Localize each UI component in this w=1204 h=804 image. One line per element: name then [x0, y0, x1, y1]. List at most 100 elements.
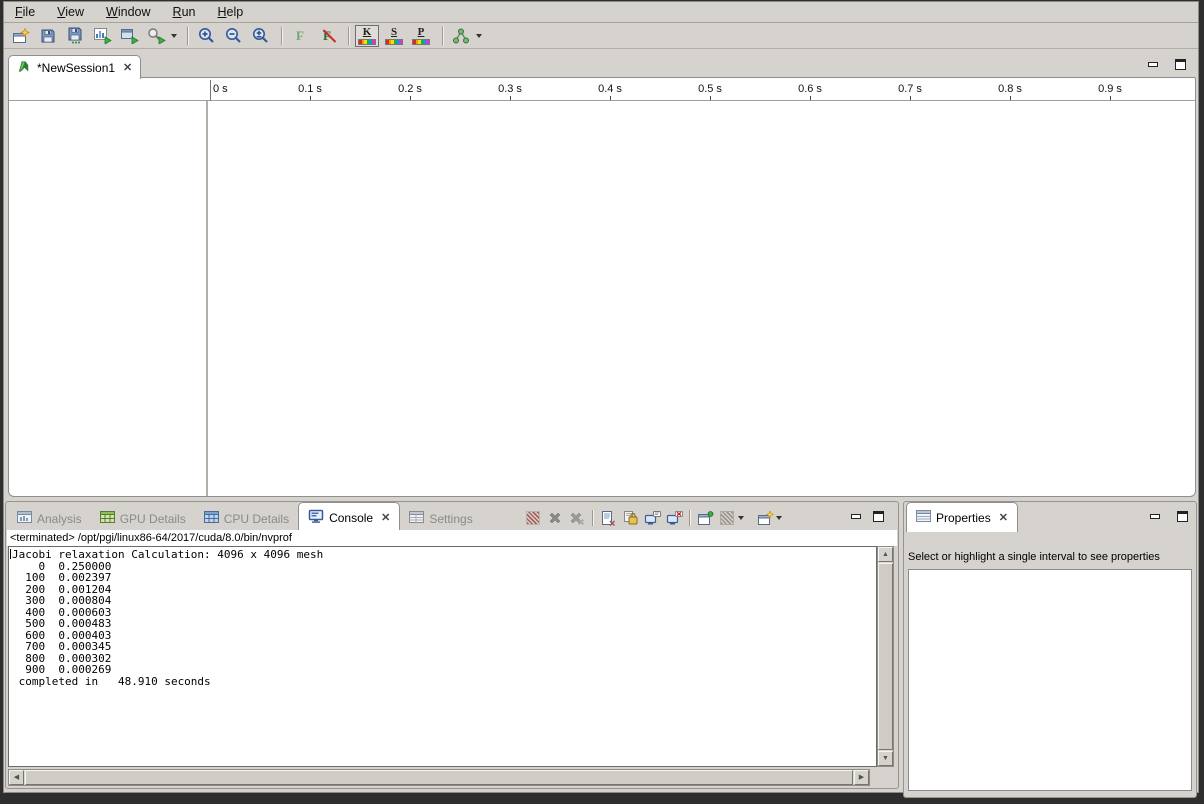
- editor-maximize-button[interactable]: [1171, 57, 1189, 72]
- zoom-out-icon[interactable]: [221, 25, 245, 47]
- profile-chart-run-icon[interactable]: [90, 25, 114, 47]
- console-line: 900 0.000269: [9, 664, 876, 676]
- ruler-tick-label: 0.5 s: [698, 83, 722, 95]
- console-line: 200 0.001204: [9, 584, 876, 596]
- minimize-icon: [1150, 514, 1160, 519]
- menu-file[interactable]: File: [4, 3, 46, 21]
- console-line: 500 0.000483: [9, 618, 876, 630]
- timeline-splitter[interactable]: [206, 101, 208, 496]
- terminate-icon[interactable]: [522, 508, 544, 528]
- open-console-icon[interactable]: [694, 508, 716, 528]
- close-icon[interactable]: ✕: [123, 61, 132, 74]
- console-vertical-scrollbar[interactable]: ▲ ▼: [877, 546, 894, 767]
- save-as-icon[interactable]: [63, 25, 87, 47]
- scroll-up-icon[interactable]: ▲: [878, 547, 893, 562]
- nvvp-window: FileViewWindowRunHelp: [0, 0, 1204, 804]
- tab-cpu-details[interactable]: CPU Details: [195, 506, 298, 532]
- ruler-tick-label: 0.1 s: [298, 83, 322, 95]
- clear-console-icon[interactable]: [597, 508, 619, 528]
- tab-properties[interactable]: Properties ✕: [906, 502, 1018, 532]
- new-console-dropdown-icon[interactable]: [776, 516, 782, 520]
- console-icon: [308, 509, 324, 526]
- search-run-dropdown-icon[interactable]: [171, 34, 177, 38]
- ruler-tick-label: 0.8 s: [998, 83, 1022, 95]
- display-console-dropdown-icon[interactable]: [738, 516, 744, 520]
- ruler-tick-label: 0.4 s: [598, 83, 622, 95]
- console-process-label: <terminated> /opt/pgi/linux86-64/2017/cu…: [10, 532, 292, 544]
- scroll-right-icon[interactable]: ▶: [854, 770, 869, 785]
- vertical-scroll-thumb[interactable]: [878, 563, 893, 750]
- maximize-icon: [1175, 59, 1186, 70]
- ruler-tick-label: 0.6 s: [798, 83, 822, 95]
- toolbar-separator: [187, 27, 188, 45]
- display-selected-console-icon[interactable]: [716, 508, 738, 528]
- scroll-down-icon[interactable]: ▼: [878, 751, 893, 766]
- kernel-k-color-icon[interactable]: K: [355, 25, 379, 47]
- toolbar-separator: [348, 27, 349, 45]
- stream-s-color-icon[interactable]: S: [382, 25, 406, 47]
- properties-minimize-button[interactable]: [1146, 509, 1164, 524]
- process-p-color-icon[interactable]: P: [409, 25, 433, 47]
- console-output[interactable]: Jacobi relaxation Calculation: 4096 x 40…: [8, 546, 877, 767]
- tab-settings[interactable]: Settings: [400, 506, 481, 532]
- console-line: 400 0.000603: [9, 607, 876, 619]
- text-caret: [10, 549, 11, 559]
- menu-view[interactable]: View: [46, 3, 95, 21]
- console-minimize-button[interactable]: [847, 509, 865, 524]
- tab-console[interactable]: Console ✕: [298, 502, 400, 532]
- menu-bar: FileViewWindowRunHelp: [4, 2, 1198, 23]
- toolbar-separator: [281, 27, 282, 45]
- minimize-icon: [1148, 62, 1158, 67]
- menu-window[interactable]: Window: [95, 3, 161, 21]
- remove-all-launches-icon[interactable]: [566, 508, 588, 528]
- console-maximize-button[interactable]: [869, 509, 887, 524]
- timeline-row-labels-pane[interactable]: [9, 101, 206, 495]
- timeline-canvas[interactable]: [209, 101, 1195, 495]
- flag-f-icon[interactable]: F: [288, 25, 312, 47]
- menu-run[interactable]: Run: [162, 3, 207, 21]
- flag-f-glyph: F: [296, 28, 304, 44]
- close-icon[interactable]: ✕: [999, 511, 1008, 524]
- console-horizontal-scrollbar[interactable]: ◀ ▶: [8, 769, 870, 786]
- save-icon[interactable]: [36, 25, 60, 47]
- main-toolbar: F F K S P: [4, 23, 1198, 49]
- gpu-details-icon: [100, 511, 115, 527]
- window-run-icon[interactable]: [117, 25, 141, 47]
- close-icon[interactable]: ✕: [381, 511, 390, 524]
- remove-console-icon[interactable]: [663, 508, 685, 528]
- toolbar-separator: [442, 27, 443, 45]
- flag-f-slash-glyph: F: [323, 28, 331, 44]
- ruler-tick-label: 0.2 s: [398, 83, 422, 95]
- search-run-icon[interactable]: [144, 25, 168, 47]
- view-tab-label: Console: [329, 512, 373, 524]
- session-tab[interactable]: *NewSession1 ✕: [8, 55, 141, 79]
- new-session-icon[interactable]: [9, 25, 33, 47]
- tree-dropdown-icon[interactable]: [476, 34, 482, 38]
- tree-hierarchy-icon[interactable]: [449, 25, 473, 47]
- ruler-tick-label: 0.3 s: [498, 83, 522, 95]
- zoom-in-icon[interactable]: [194, 25, 218, 47]
- menu-help[interactable]: Help: [206, 3, 254, 21]
- scroll-lock-icon[interactable]: [619, 508, 641, 528]
- properties-icon: [916, 510, 931, 525]
- console-line: 700 0.000345: [9, 641, 876, 653]
- view-tab-label: CPU Details: [224, 513, 289, 525]
- timeline-ruler[interactable]: 0 s0.1 s0.2 s0.3 s0.4 s0.5 s0.6 s0.7 s0.…: [207, 80, 1196, 101]
- console-toolbar-separator: [689, 510, 690, 526]
- bottom-tab-bar: Analysis GPU Details CPU Details Console ✕ Se…: [8, 503, 482, 532]
- zoom-fit-icon[interactable]: [248, 25, 272, 47]
- tab-analysis[interactable]: Analysis: [8, 506, 91, 532]
- remove-launch-icon[interactable]: [544, 508, 566, 528]
- scroll-left-icon[interactable]: ◀: [9, 770, 24, 785]
- view-tab-label: Analysis: [37, 513, 82, 525]
- properties-maximize-button[interactable]: [1173, 509, 1191, 524]
- properties-tab-label: Properties: [936, 512, 991, 524]
- ruler-origin-line: [210, 80, 211, 101]
- editor-minimize-button[interactable]: [1144, 57, 1162, 72]
- tab-gpu-details[interactable]: GPU Details: [91, 506, 195, 532]
- new-console-view-icon[interactable]: [754, 508, 776, 528]
- flag-f-disabled-icon[interactable]: F: [315, 25, 339, 47]
- show-console-output-icon[interactable]: [641, 508, 663, 528]
- horizontal-scroll-thumb[interactable]: [25, 770, 853, 785]
- cpu-details-icon: [204, 511, 219, 527]
